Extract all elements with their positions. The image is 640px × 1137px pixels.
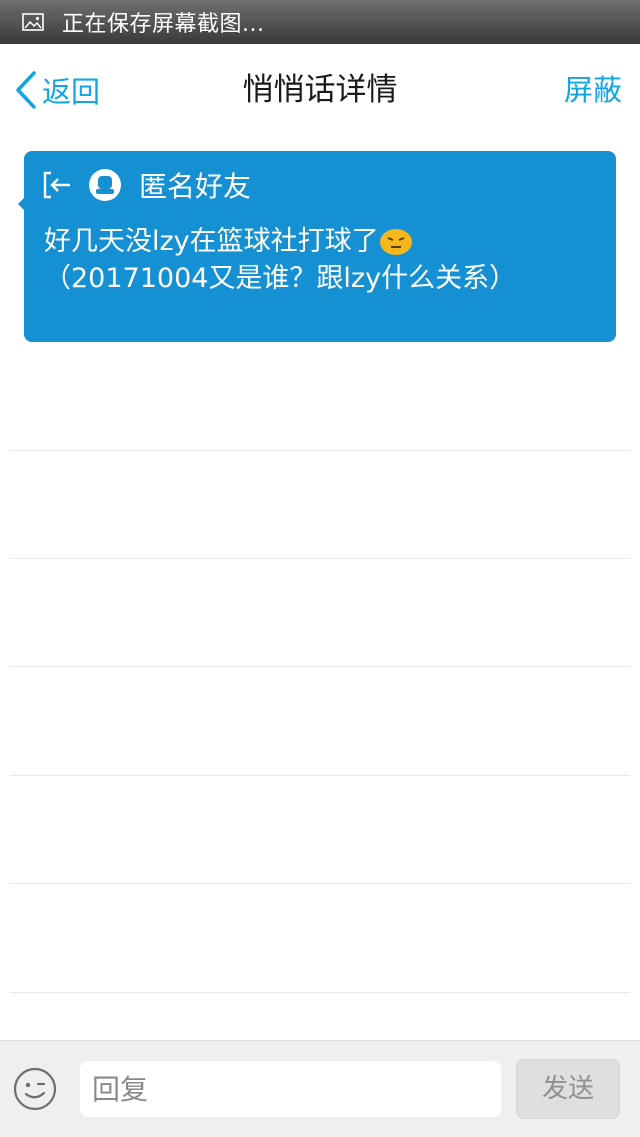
pouting-face-emoji <box>379 229 412 255</box>
message-bubble: 匿名好友 好几天没lzy在篮球社打球了 （20171004又是谁？跟lzy什么关… <box>24 151 616 342</box>
chevron-left-icon <box>16 71 36 109</box>
message-line-1: 好几天没lzy在篮球社打球了 <box>44 226 379 257</box>
divider <box>10 666 630 667</box>
divider <box>10 992 630 993</box>
divider <box>10 883 630 884</box>
reply-bar: 发送 <box>0 1040 640 1137</box>
anonymous-avatar-icon <box>89 169 121 201</box>
divider <box>10 775 630 776</box>
message-line-2: （20171004又是谁？跟lzy什么关系） <box>44 263 517 294</box>
status-text: 正在保存屏幕截图... <box>62 12 265 37</box>
message-text: 好几天没lzy在篮球社打球了 （20171004又是谁？跟lzy什么关系） <box>44 223 604 297</box>
divider <box>10 450 630 451</box>
sender-name: 匿名好友 <box>139 170 252 203</box>
status-bar: 正在保存屏幕截图... <box>0 0 640 44</box>
back-label: 返回 <box>42 75 101 109</box>
exit-arrow-icon[interactable] <box>42 170 72 200</box>
send-button[interactable]: 发送 <box>516 1059 620 1119</box>
image-icon <box>22 13 44 31</box>
reply-input[interactable] <box>80 1061 501 1117</box>
block-button[interactable]: 屏蔽 <box>564 68 622 112</box>
nav-bar: 返回 悄悄话详情 屏蔽 <box>0 44 640 132</box>
smiley-icon[interactable] <box>12 1066 58 1112</box>
back-button[interactable]: 返回 <box>14 68 100 112</box>
message-header: 匿名好友 <box>42 165 251 205</box>
divider <box>10 558 630 559</box>
